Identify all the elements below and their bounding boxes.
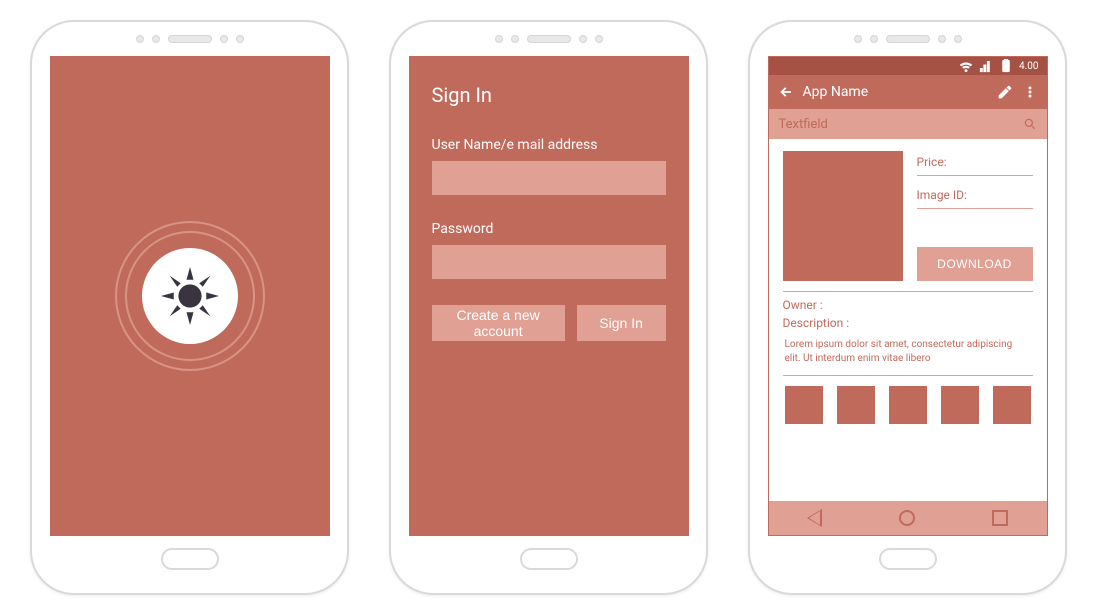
description-body: Lorem ipsum dolor sit amet, consectetur … (785, 338, 1031, 365)
description-label: Description : (783, 316, 1033, 330)
phone-home-button (879, 548, 937, 570)
related-thumb[interactable] (993, 386, 1031, 424)
battery-icon (999, 59, 1013, 73)
search-icon (1023, 117, 1037, 131)
owner-label: Owner : (783, 298, 1033, 312)
imageid-label: Image ID: (917, 184, 1033, 209)
wifi-icon (959, 59, 973, 73)
edit-icon[interactable] (997, 84, 1013, 100)
app-bar: App Name (769, 75, 1047, 109)
create-account-button[interactable]: Create a new account (432, 305, 565, 341)
android-nav-bar (769, 501, 1047, 535)
item-image-thumb[interactable] (783, 151, 903, 281)
signin-button[interactable]: Sign In (577, 305, 666, 341)
sun-icon (161, 267, 219, 325)
overflow-menu-icon[interactable] (1023, 85, 1037, 99)
status-bar: 4.00 (769, 57, 1047, 75)
status-time: 4.00 (1019, 61, 1039, 72)
search-placeholder: Textfield (779, 117, 1023, 132)
search-bar[interactable]: Textfield (769, 109, 1047, 139)
signin-title: Sign In (432, 83, 666, 107)
nav-back-icon[interactable] (807, 509, 822, 527)
password-label: Password (432, 221, 666, 237)
related-thumb[interactable] (837, 386, 875, 424)
phone-mockup-splash (30, 20, 349, 595)
related-thumb[interactable] (889, 386, 927, 424)
phone-home-button (520, 548, 578, 570)
password-input[interactable] (432, 245, 666, 279)
phone-mockup-app: 4.00 App Name Textfield (748, 20, 1067, 595)
phone-sensor-cluster (136, 22, 244, 56)
signal-icon (979, 59, 993, 73)
related-thumb[interactable] (941, 386, 979, 424)
signin-screen: Sign In User Name/e mail address Passwor… (409, 56, 689, 536)
phone-sensor-cluster (495, 22, 603, 56)
download-button[interactable]: DOWNLOAD (917, 247, 1033, 281)
app-title: App Name (803, 84, 987, 100)
username-input[interactable] (432, 161, 666, 195)
app-screen: 4.00 App Name Textfield (768, 56, 1048, 536)
nav-recent-icon[interactable] (992, 510, 1008, 526)
splash-logo-disc (142, 248, 238, 344)
back-icon[interactable] (779, 85, 793, 99)
nav-home-icon[interactable] (899, 510, 915, 526)
phone-mockup-signin: Sign In User Name/e mail address Passwor… (389, 20, 708, 595)
phone-home-button (161, 548, 219, 570)
username-label: User Name/e mail address (432, 137, 666, 153)
detail-content: Price: Image ID: DOWNLOAD Owner : Descri… (769, 139, 1047, 501)
phone-sensor-cluster (854, 22, 962, 56)
related-thumbnails (783, 386, 1033, 424)
related-thumb[interactable] (785, 386, 823, 424)
splash-screen (50, 56, 330, 536)
price-label: Price: (917, 151, 1033, 176)
